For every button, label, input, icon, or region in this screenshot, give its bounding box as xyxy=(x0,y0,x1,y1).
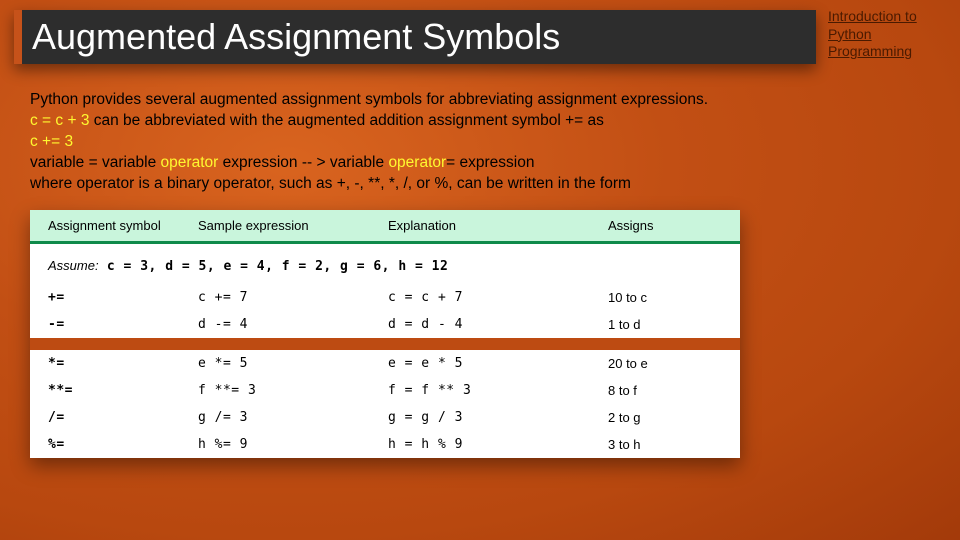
operator-highlight: operator xyxy=(388,154,446,171)
assume-row: Assume: c = 3, d = 5, e = 4, f = 2, g = … xyxy=(30,244,740,284)
table-header-row: Assignment symbol Sample expression Expl… xyxy=(30,210,740,244)
table-row: /= g /= 3 g = g / 3 2 to g xyxy=(30,404,740,431)
body-line-5: where operator is a binary operator, suc… xyxy=(30,174,930,195)
cell-sample: g /= 3 xyxy=(198,410,388,425)
body-line-1: Python provides several augmented assign… xyxy=(30,90,930,111)
cell-symbol: += xyxy=(48,290,198,305)
cell-symbol: *= xyxy=(48,356,198,371)
cell-symbol: /= xyxy=(48,410,198,425)
body-line-2: c = c + 3 can be abbreviated with the au… xyxy=(30,111,930,132)
title-accent xyxy=(14,10,22,64)
cell-sample: c += 7 xyxy=(198,290,388,305)
cell-sample: f **= 3 xyxy=(198,383,388,398)
table-row: *= e *= 5 e = e * 5 20 to e xyxy=(30,350,740,377)
text-fragment: = expression xyxy=(446,154,534,171)
cell-sample: d -= 4 xyxy=(198,317,388,332)
text-fragment: can be abbreviated with the augmented ad… xyxy=(89,112,603,129)
text-fragment: expression -- > variable xyxy=(218,154,388,171)
cell-explain: e = e * 5 xyxy=(388,356,608,371)
text-fragment: variable = variable xyxy=(30,154,161,171)
body-text: Python provides several augmented assign… xyxy=(30,90,930,195)
title-bar: Augmented Assignment Symbols xyxy=(14,10,816,64)
operator-highlight: operator xyxy=(161,154,219,171)
cell-symbol: -= xyxy=(48,317,198,332)
col-header-assigns: Assigns xyxy=(608,218,758,233)
table-gap xyxy=(30,338,740,350)
cell-assigns: 3 to h xyxy=(608,437,758,452)
cell-assigns: 1 to d xyxy=(608,317,758,332)
cell-symbol: %= xyxy=(48,437,198,452)
table-row: **= f **= 3 f = f ** 3 8 to f xyxy=(30,377,740,404)
cell-explain: c = c + 7 xyxy=(388,290,608,305)
cell-assigns: 8 to f xyxy=(608,383,758,398)
cell-explain: g = g / 3 xyxy=(388,410,608,425)
cell-symbol: **= xyxy=(48,383,198,398)
course-subtitle: Introduction to Python Programming xyxy=(818,0,960,76)
cell-explain: d = d - 4 xyxy=(388,317,608,332)
assume-label: Assume: xyxy=(48,258,99,273)
cell-assigns: 2 to g xyxy=(608,410,758,425)
cell-sample: e *= 5 xyxy=(198,356,388,371)
cell-sample: h %= 9 xyxy=(198,437,388,452)
operators-table: Assignment symbol Sample expression Expl… xyxy=(30,210,740,458)
col-header-explain: Explanation xyxy=(388,218,608,233)
col-header-sample: Sample expression xyxy=(198,218,388,233)
assume-code: c = 3, d = 5, e = 4, f = 2, g = 6, h = 1… xyxy=(99,259,449,274)
body-line-3: c += 3 xyxy=(30,132,930,153)
body-line-4: variable = variable operator expression … xyxy=(30,153,930,174)
code-fragment: c = c + 3 xyxy=(30,112,89,129)
cell-explain: h = h % 9 xyxy=(388,437,608,452)
cell-assigns: 20 to e xyxy=(608,356,758,371)
table-row: %= h %= 9 h = h % 9 3 to h xyxy=(30,431,740,458)
cell-assigns: 10 to c xyxy=(608,290,758,305)
cell-explain: f = f ** 3 xyxy=(388,383,608,398)
table-row: -= d -= 4 d = d - 4 1 to d xyxy=(30,311,740,338)
table-row: += c += 7 c = c + 7 10 to c xyxy=(30,284,740,311)
slide-title: Augmented Assignment Symbols xyxy=(32,16,560,58)
col-header-symbol: Assignment symbol xyxy=(48,218,198,233)
